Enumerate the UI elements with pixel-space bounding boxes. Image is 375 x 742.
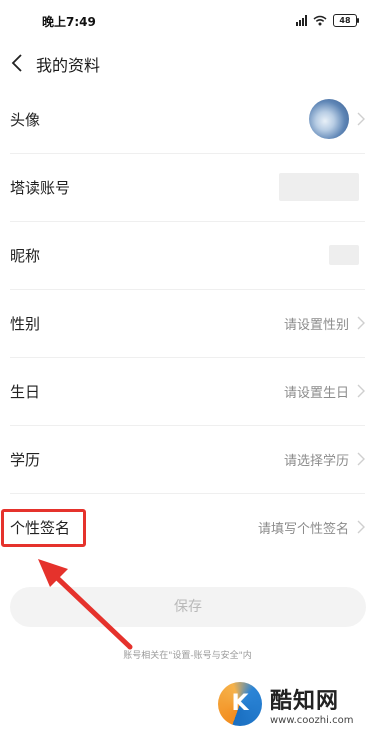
battery-icon: 48: [333, 14, 359, 27]
watermark-url: www.coozhi.com: [270, 714, 354, 726]
chevron-right-icon: [357, 316, 365, 330]
status-bar: 晚上7:49 48: [0, 0, 375, 44]
highlight-box: [1, 509, 86, 547]
row-education[interactable]: 学历 请选择学历: [10, 426, 365, 494]
row-label: 昵称: [10, 247, 41, 265]
status-icons: 48: [296, 14, 359, 27]
row-label: 学历: [10, 451, 41, 469]
account-value-redacted: [279, 173, 359, 201]
chevron-right-icon: [357, 452, 365, 466]
row-birthday[interactable]: 生日 请设置生日: [10, 358, 365, 426]
signal-icon: [296, 15, 307, 26]
row-label: 性别: [10, 315, 41, 333]
row-gender[interactable]: 性别 请设置性别: [10, 290, 365, 358]
row-account[interactable]: 塔读账号: [10, 154, 365, 222]
back-arrow-icon[interactable]: [10, 52, 26, 74]
nickname-value-redacted: [329, 245, 359, 265]
watermark: 酷知网 www.coozhi.com: [218, 682, 353, 726]
row-label: 塔读账号: [10, 179, 71, 197]
chevron-right-icon: [357, 112, 365, 126]
status-time: 晚上7:49: [42, 15, 96, 29]
row-label: 生日: [10, 383, 41, 401]
watermark-name: 酷知网: [270, 688, 340, 714]
row-nickname[interactable]: 昵称: [10, 222, 365, 290]
wifi-icon: [313, 15, 327, 26]
annotation-arrow-icon: [38, 559, 133, 650]
row-value: 请设置性别: [283, 318, 349, 333]
chevron-right-icon: [357, 520, 365, 534]
row-avatar[interactable]: 头像: [10, 86, 365, 154]
profile-screen: 晚上7:49 48 我的资料 头像 塔读账号 昵称 性别 请设置性别 生日 请设…: [0, 0, 375, 742]
page-title: 我的资料: [36, 56, 101, 75]
footer-note: 账号相关在"设置-账号与安全"内: [123, 651, 252, 661]
watermark-text: 酷知网 www.coozhi.com: [270, 683, 353, 726]
nav-bar: 我的资料: [0, 44, 375, 84]
avatar[interactable]: [309, 99, 349, 139]
row-value: 请设置生日: [283, 386, 349, 401]
profile-list: 头像 塔读账号 昵称 性别 请设置性别 生日 请设置生日 学历 请选择学历 个性…: [0, 86, 375, 562]
chevron-right-icon: [357, 384, 365, 398]
row-value: 请填写个性签名: [257, 522, 349, 537]
row-value: 请选择学历: [283, 454, 349, 469]
row-label: 头像: [10, 111, 41, 129]
coozhi-logo-icon: [218, 682, 262, 726]
